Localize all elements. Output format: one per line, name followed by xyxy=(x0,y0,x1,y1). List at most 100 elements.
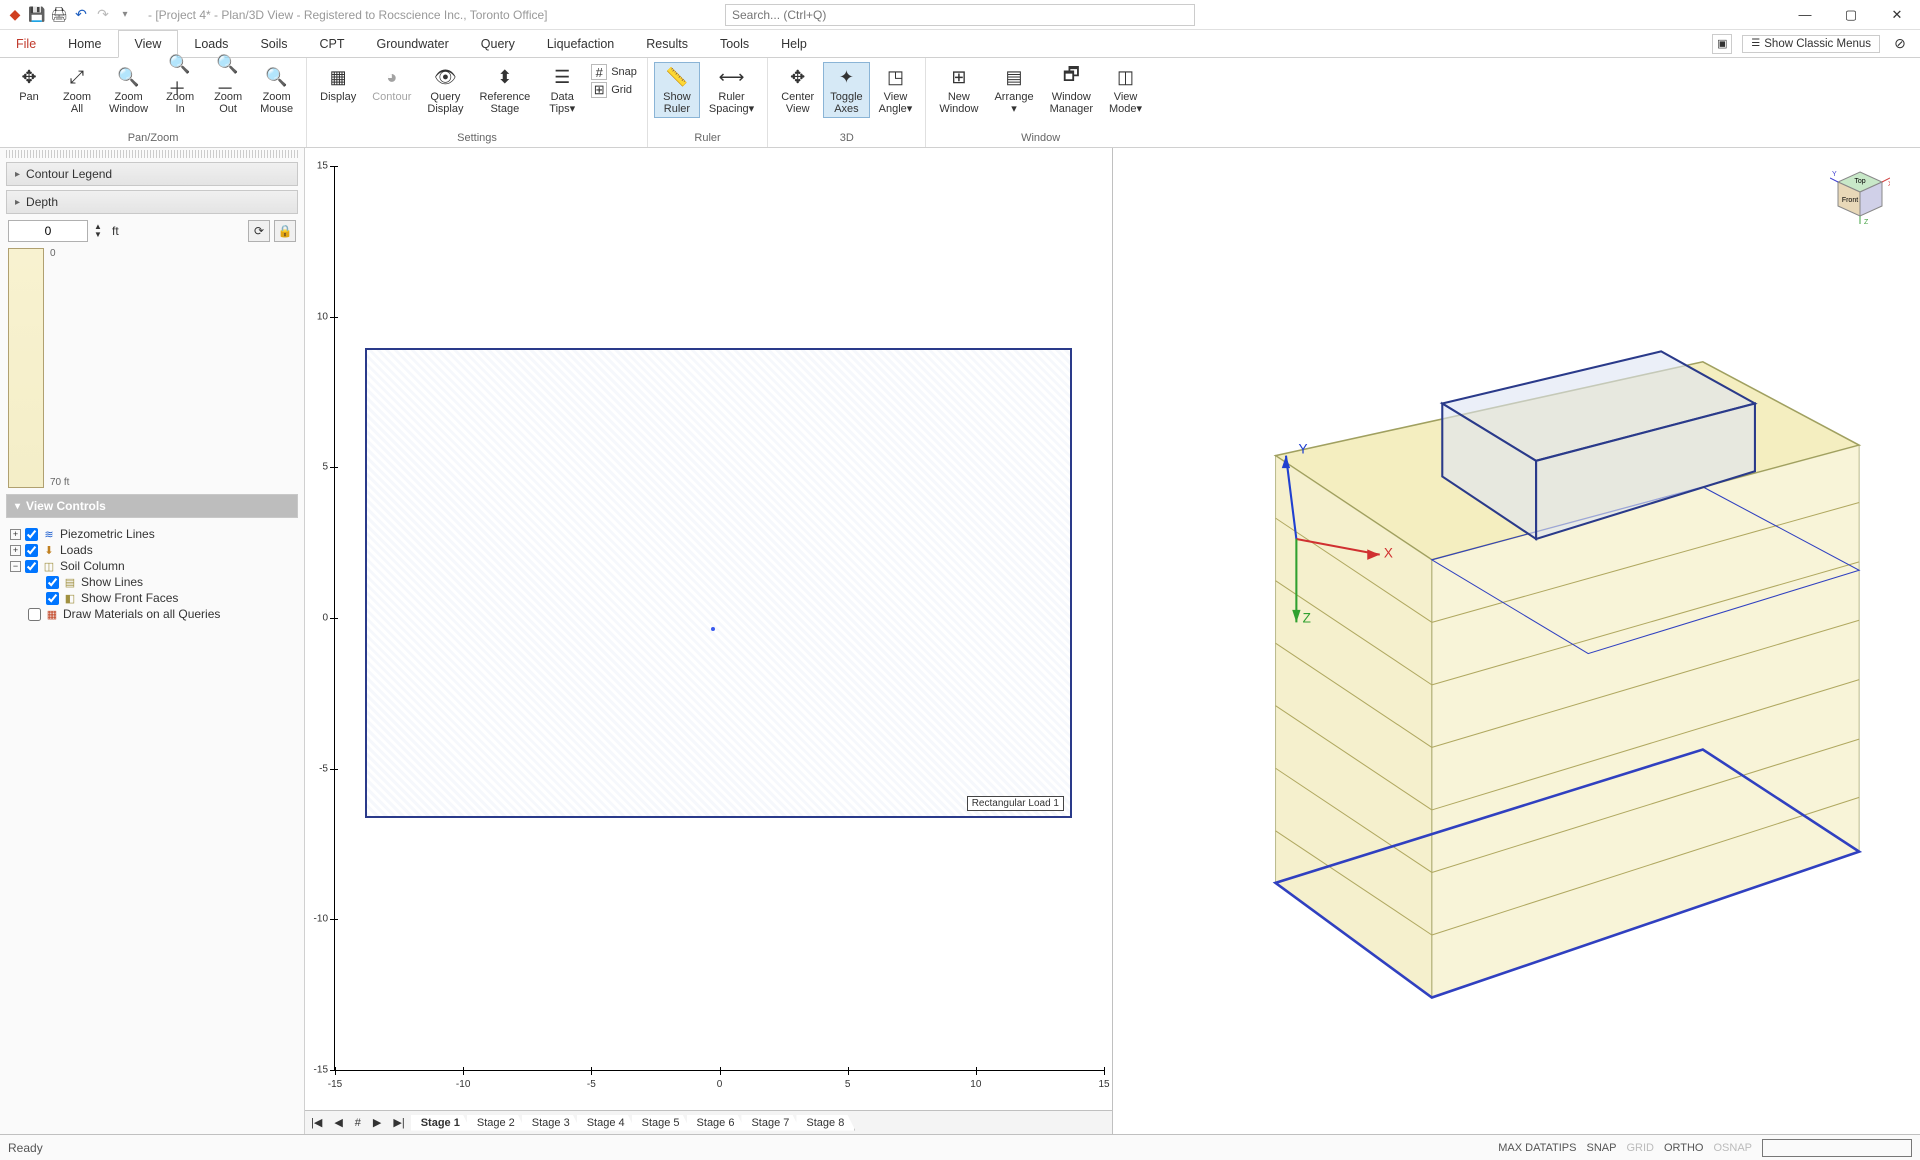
ribbon-windowmanager[interactable]: 🗗WindowManager xyxy=(1043,62,1100,118)
tab-next-icon[interactable]: ▶ xyxy=(367,1116,387,1129)
ribbon-toggleaxes[interactable]: ✦ToggleAxes xyxy=(823,62,869,118)
show-classic-menus-button[interactable]: ☰Show Classic Menus xyxy=(1742,35,1880,53)
menu-tools[interactable]: Tools xyxy=(704,30,765,57)
depth-input[interactable] xyxy=(8,220,88,242)
ribbon-mini-snap[interactable]: #Snap xyxy=(591,64,637,80)
x-tick-label: 5 xyxy=(845,1079,851,1090)
depth-strip[interactable] xyxy=(8,248,44,488)
load-rectangle[interactable] xyxy=(365,348,1072,818)
status-snap[interactable]: SNAP xyxy=(1586,1142,1616,1154)
menu-soils[interactable]: Soils xyxy=(244,30,303,57)
expand-icon[interactable]: + xyxy=(10,545,21,556)
panel-depth[interactable]: ▸Depth xyxy=(6,190,298,214)
minimize-button[interactable]: — xyxy=(1782,0,1828,30)
lines-icon: ▤ xyxy=(63,575,77,589)
load-label[interactable]: Rectangular Load 1 xyxy=(967,796,1064,811)
tab-first-icon[interactable]: |◀ xyxy=(305,1116,328,1129)
tab-last-icon[interactable]: ▶| xyxy=(387,1116,410,1129)
depth-down-icon[interactable]: ▼ xyxy=(94,231,106,239)
undo-icon[interactable]: ↶ xyxy=(72,6,90,24)
tree-piezo[interactable]: Piezometric Lines xyxy=(60,527,155,541)
ribbon-display[interactable]: ▦Display xyxy=(313,62,363,106)
window-icon: 🗗 xyxy=(1059,65,1083,89)
ribbon-centerview[interactable]: ✥CenterView xyxy=(774,62,821,118)
ribbon-showruler[interactable]: 📏ShowRuler xyxy=(654,62,700,118)
main-area: ▸Contour Legend ▸Depth ▲▼ ft ⟳ 🔒 0 70 ft xyxy=(0,148,1920,1134)
tree-draw-materials[interactable]: Draw Materials on all Queries xyxy=(63,607,220,621)
ribbon-zoommouse[interactable]: 🔍ZoomMouse xyxy=(253,62,300,118)
status-osnap[interactable]: OSNAP xyxy=(1713,1142,1752,1154)
zoom-icon: 🔍＋ xyxy=(168,65,192,89)
stage-tab-3[interactable]: Stage 3 xyxy=(522,1115,581,1131)
tree-show-front[interactable]: Show Front Faces xyxy=(81,591,178,605)
tree-soil[interactable]: Soil Column xyxy=(60,559,125,573)
panel-view-controls[interactable]: ▾View Controls xyxy=(6,494,298,518)
help-icon[interactable]: ⊘ xyxy=(1890,34,1910,54)
sidebar-grip[interactable] xyxy=(6,150,298,158)
ribbon-newwindow[interactable]: ⊞NewWindow xyxy=(932,62,985,118)
ribbon-zoomout[interactable]: 🔍－ZoomOut xyxy=(205,62,251,118)
ribbon-datatips[interactable]: ☰DataTips▾ xyxy=(539,62,585,118)
x-tick-label: -5 xyxy=(587,1079,596,1090)
center-icon: ✥ xyxy=(786,65,810,89)
expand-icon[interactable]: − xyxy=(10,561,21,572)
menu-help[interactable]: Help xyxy=(765,30,823,57)
status-ortho[interactable]: ORTHO xyxy=(1664,1142,1704,1154)
ribbon-zoomwindow[interactable]: 🔍ZoomWindow xyxy=(102,62,155,118)
close-button[interactable]: ✕ xyxy=(1874,0,1920,30)
tree-show-lines[interactable]: Show Lines xyxy=(81,575,143,589)
tab-prev-icon[interactable]: ◀ xyxy=(328,1116,348,1129)
ribbon-referencestage[interactable]: ⬍ReferenceStage xyxy=(472,62,537,118)
checkbox-show-front[interactable] xyxy=(46,592,59,605)
menu-file[interactable]: File xyxy=(0,30,52,57)
redo-icon[interactable]: ↷ xyxy=(94,6,112,24)
stage-tab-7[interactable]: Stage 7 xyxy=(741,1115,800,1131)
ribbon-arrange[interactable]: ▤Arrange▾ xyxy=(987,62,1040,118)
print-icon[interactable]: 🖨 xyxy=(50,6,68,24)
tab-list-icon[interactable]: # xyxy=(349,1117,367,1129)
checkbox-draw-materials[interactable] xyxy=(28,608,41,621)
ribbon-zoomall[interactable]: ⤢ZoomAll xyxy=(54,62,100,118)
menu-results[interactable]: Results xyxy=(630,30,704,57)
status-max-datatips[interactable]: MAX DATATIPS xyxy=(1498,1142,1576,1154)
save-icon[interactable]: 💾 xyxy=(28,6,46,24)
menu-groundwater[interactable]: Groundwater xyxy=(361,30,465,57)
search-input[interactable] xyxy=(725,4,1195,26)
stage-tab-5[interactable]: Stage 5 xyxy=(632,1115,691,1131)
checkbox-show-lines[interactable] xyxy=(46,576,59,589)
ribbon-viewmode[interactable]: ◫ViewMode▾ xyxy=(1102,62,1149,118)
ribbon-mini-grid[interactable]: ⊞Grid xyxy=(591,82,637,98)
checkbox-loads[interactable] xyxy=(25,544,38,557)
plan-view[interactable]: 151050-5-10-15 -15-10-5051015 Rectangula… xyxy=(305,148,1113,1134)
ribbon-viewangle[interactable]: ◳ViewAngle▾ xyxy=(872,62,920,118)
depth-refresh-icon[interactable]: ⟳ xyxy=(248,220,270,242)
ribbon-pan[interactable]: ✥Pan xyxy=(6,62,52,106)
stage-tab-2[interactable]: Stage 2 xyxy=(467,1115,526,1131)
soil-icon: ◫ xyxy=(42,559,56,573)
ribbon-rulerspacing[interactable]: ⟷RulerSpacing▾ xyxy=(702,62,761,118)
menu-home[interactable]: Home xyxy=(52,30,117,57)
stage-tab-6[interactable]: Stage 6 xyxy=(687,1115,746,1131)
expand-icon[interactable]: + xyxy=(10,529,21,540)
depth-lock-icon[interactable]: 🔒 xyxy=(274,220,296,242)
panel-contour-legend[interactable]: ▸Contour Legend xyxy=(6,162,298,186)
qat-dropdown-icon[interactable]: ▾ xyxy=(116,6,134,24)
menu-query[interactable]: Query xyxy=(465,30,531,57)
quick-access-toolbar: ◆ 💾 🖨 ↶ ↷ ▾ xyxy=(0,6,140,24)
maximize-button[interactable]: ▢ xyxy=(1828,0,1874,30)
stage-tab-4[interactable]: Stage 4 xyxy=(577,1115,636,1131)
ribbon-querydisplay[interactable]: 👁QueryDisplay xyxy=(420,62,470,118)
menu-cpt[interactable]: CPT xyxy=(304,30,361,57)
collapse-ribbon-icon[interactable]: ▣ xyxy=(1712,34,1732,54)
3d-view[interactable]: Top Front X Z Y xyxy=(1113,148,1920,1134)
checkbox-piezo[interactable] xyxy=(25,528,38,541)
title-bar: ◆ 💾 🖨 ↶ ↷ ▾ - [Project 4* - Plan/3D View… xyxy=(0,0,1920,30)
ribbon-zoomin[interactable]: 🔍＋ZoomIn xyxy=(157,62,203,118)
checkbox-soil[interactable] xyxy=(25,560,38,573)
tree-loads[interactable]: Loads xyxy=(60,543,93,557)
stage-tab-1[interactable]: Stage 1 xyxy=(411,1115,471,1131)
status-grid[interactable]: GRID xyxy=(1626,1142,1654,1154)
menu-liquefaction[interactable]: Liquefaction xyxy=(531,30,630,57)
view-gizmo[interactable]: Top Front X Z Y xyxy=(1830,166,1890,226)
stage-tab-8[interactable]: Stage 8 xyxy=(796,1115,855,1131)
